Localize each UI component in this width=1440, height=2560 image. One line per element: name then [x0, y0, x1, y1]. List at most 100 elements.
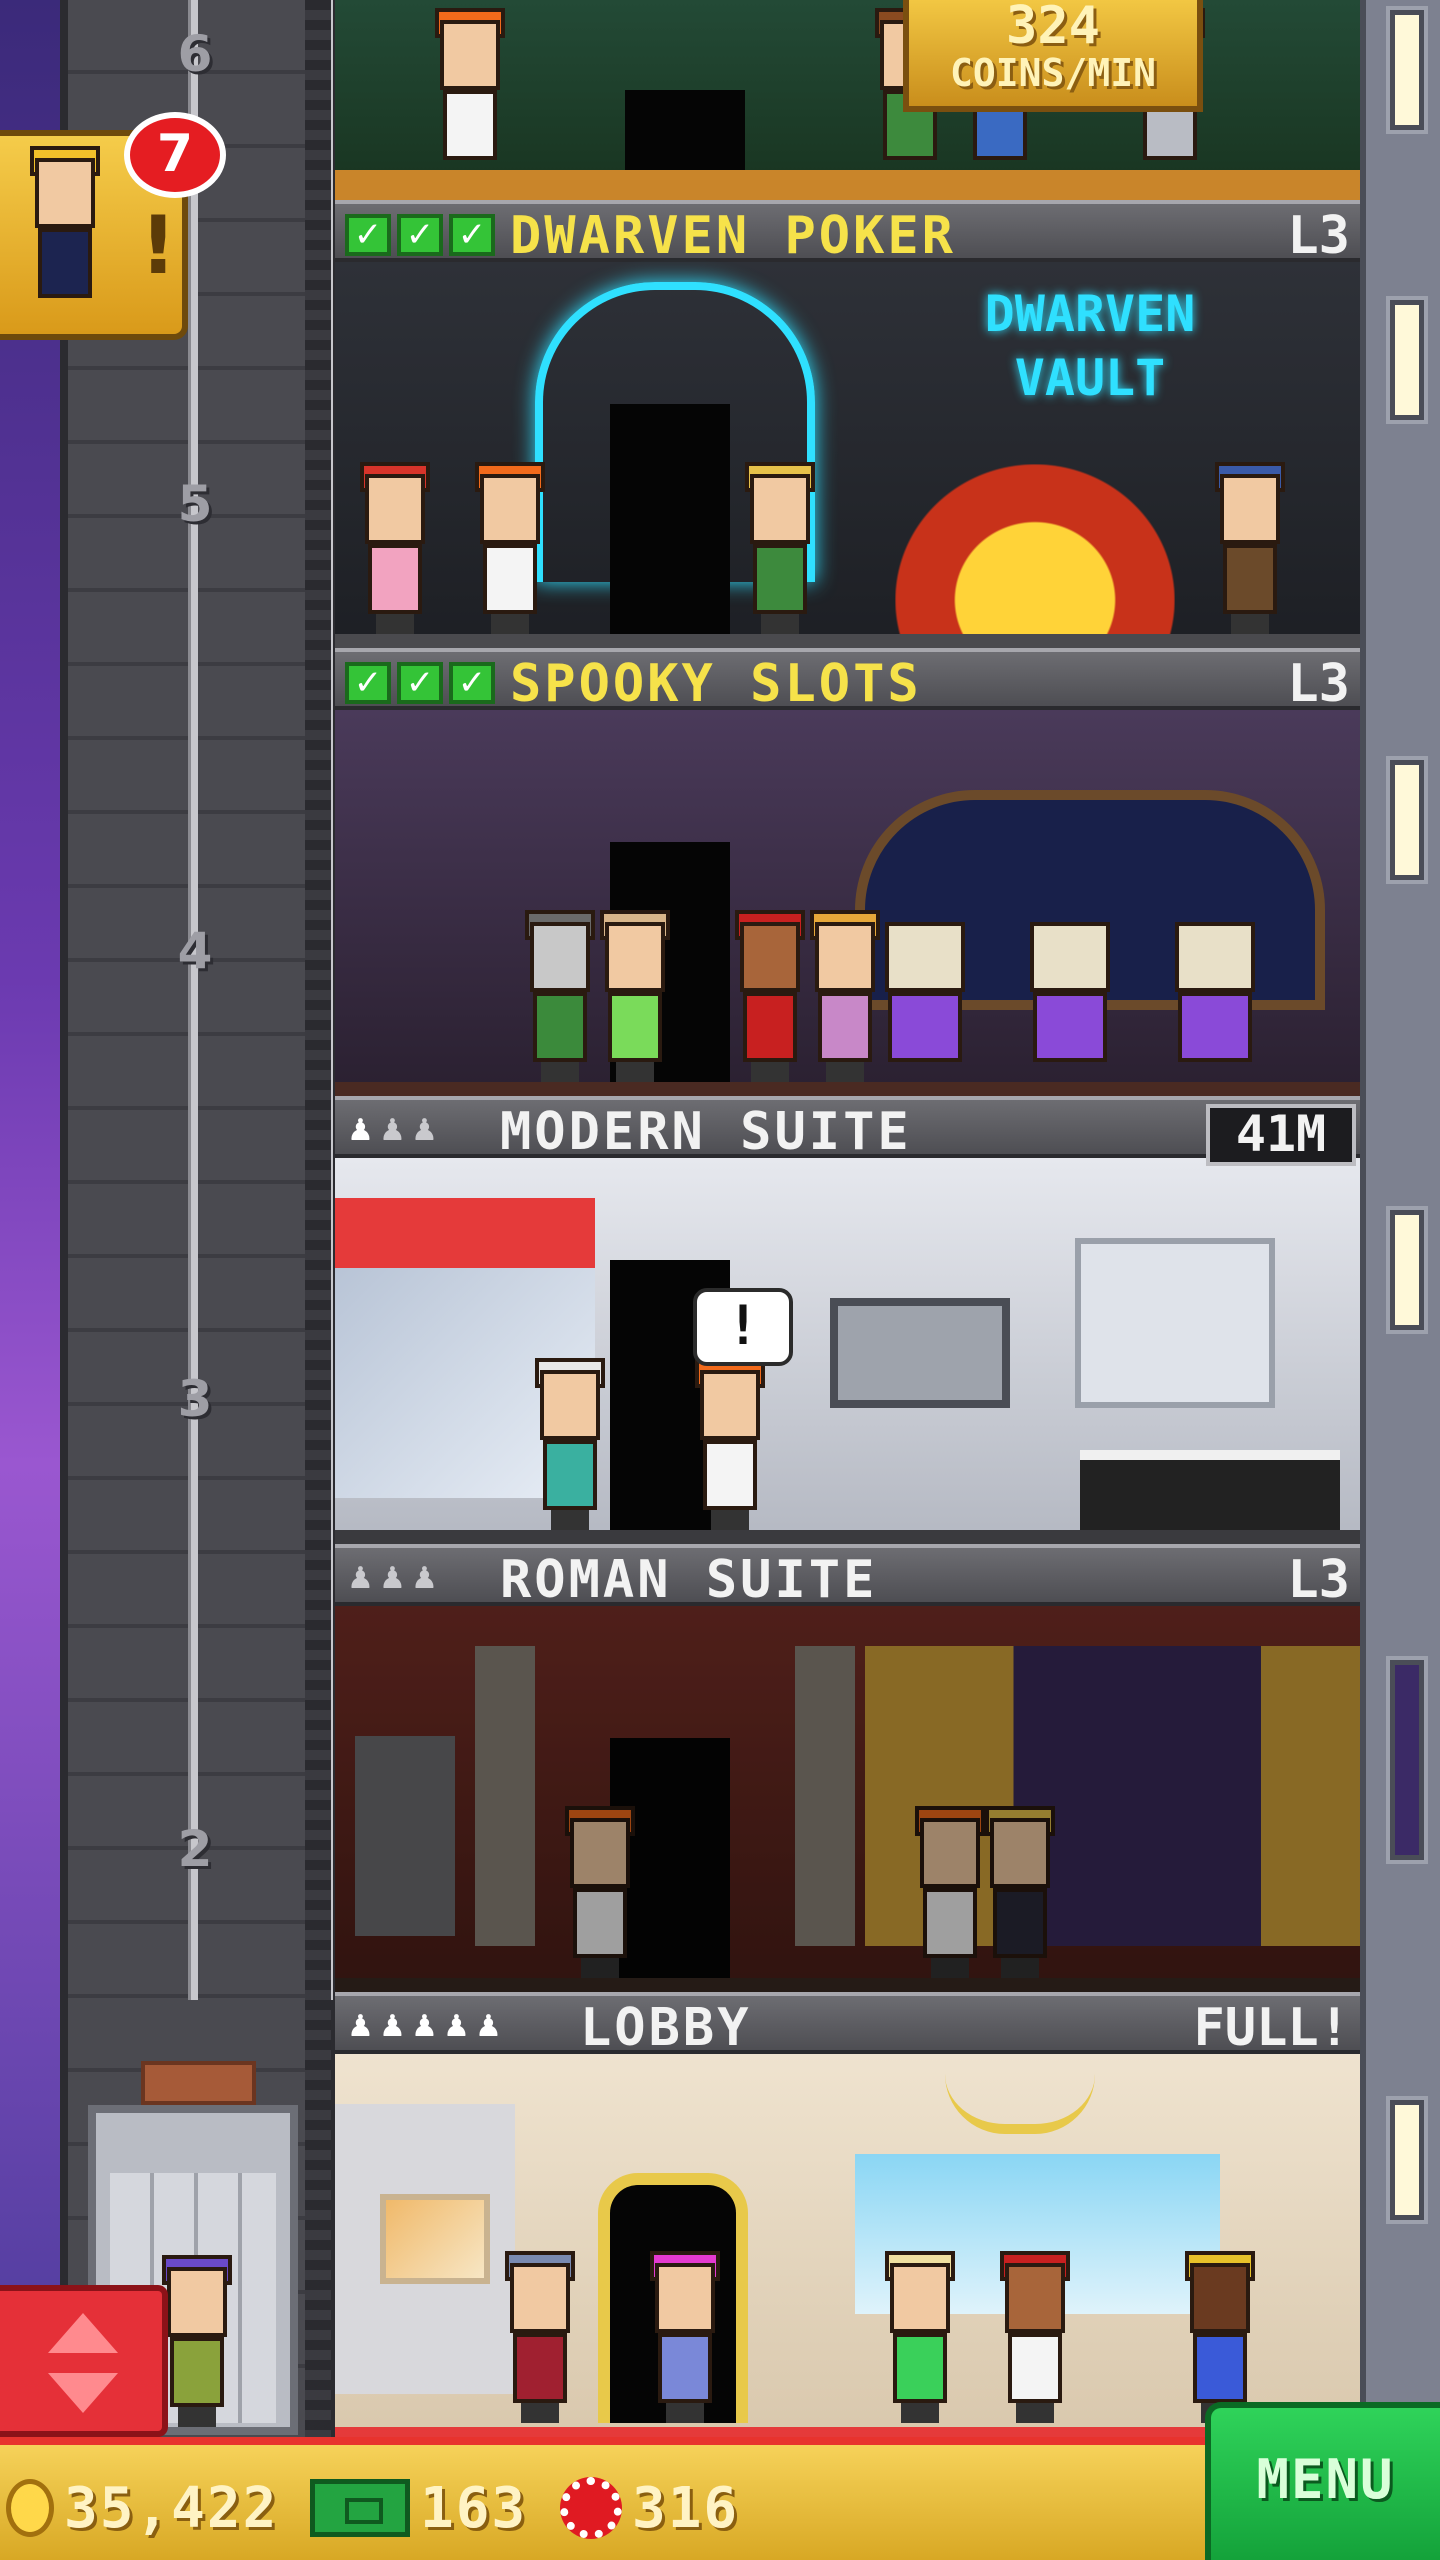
guest[interactable] — [525, 910, 595, 1082]
notification-badge[interactable]: 7 — [124, 112, 226, 198]
check-icon: ✓ — [449, 662, 495, 704]
floor-status: FULL! — [1193, 1998, 1350, 2058]
occupancy-indicator: ♟ ♟ ♟ ♟ ♟ — [347, 2009, 502, 2044]
up-arrow-icon — [48, 2313, 118, 2353]
floor-header: ✓ ✓ ✓ DWARVEN POKER L3 — [335, 200, 1360, 262]
elevator-control-button[interactable] — [0, 2285, 168, 2437]
person-icon: ♟ — [347, 2009, 374, 2044]
guest[interactable] — [745, 462, 815, 634]
person-icon: ♟ — [379, 1561, 406, 1596]
guest[interactable] — [1185, 2251, 1255, 2423]
menu-button[interactable]: MENU — [1205, 2402, 1440, 2560]
floor-name: SPOOKY SLOTS — [510, 654, 922, 714]
elevator-passenger[interactable] — [162, 2255, 232, 2427]
poker-chip-icon — [560, 2477, 622, 2539]
floor-number: 2 — [177, 1820, 213, 1878]
floor-number: 3 — [177, 1370, 213, 1428]
person-icon: ♟ — [379, 1113, 406, 1148]
person-icon: ♟ — [411, 1561, 438, 1596]
coins-value: 35,422 — [64, 2475, 279, 2541]
coins-per-minute-badge: 324 COINS/MIN — [903, 0, 1203, 112]
floor-level: L3 — [1287, 1550, 1350, 1610]
sky-backdrop — [0, 0, 60, 2440]
floor-checks: ✓ ✓ ✓ — [345, 662, 495, 704]
floor-dwarven-poker[interactable]: ✓ ✓ ✓ DWARVEN POKER L3 DWARVEN VAULT — [335, 200, 1360, 648]
guest[interactable] — [650, 2251, 720, 2423]
coins-per-minute-value: 324 — [1006, 0, 1100, 56]
dragon-treasure — [895, 464, 1175, 634]
floor-spooky-slots[interactable]: ✓ ✓ ✓ SPOOKY SLOTS L3 — [335, 648, 1360, 1096]
menu-label: MENU — [1256, 2448, 1395, 2511]
floor-header: ♟ ♟ ♟ ROMAN SUITE L3 — [335, 1544, 1360, 1606]
chips-value: 316 — [632, 2475, 740, 2541]
exclamation-icon: ! — [140, 199, 177, 292]
slot-machine — [1170, 922, 1260, 1082]
coins-per-minute-label: COINS/MIN — [950, 51, 1156, 95]
person-icon: ♟ — [379, 2009, 406, 2044]
floor-number: 4 — [177, 922, 213, 980]
floor-header: ✓ ✓ ✓ SPOOKY SLOTS L3 — [335, 648, 1360, 710]
restock-timer: 41M — [1206, 1104, 1356, 1166]
floor-name: DWARVEN POKER — [510, 206, 956, 266]
floor-level: L3 — [1287, 654, 1350, 714]
dim-overlay — [335, 1606, 1360, 1992]
coin-icon — [6, 2479, 54, 2537]
check-icon: ✓ — [397, 214, 443, 256]
vip-character — [30, 146, 110, 308]
guest[interactable] — [885, 2251, 955, 2423]
floor-name: MODERN SUITE — [500, 1102, 912, 1162]
down-arrow-icon — [48, 2373, 118, 2413]
floor-top-partial[interactable]: 324 COINS/MIN — [335, 0, 1360, 200]
guest[interactable] — [810, 910, 880, 1082]
person-icon: ♟ — [411, 2009, 438, 2044]
guest[interactable] — [360, 462, 430, 634]
occupancy-indicator: ♟ ♟ ♟ — [347, 1561, 438, 1596]
bellhop[interactable] — [735, 910, 805, 1082]
person-icon: ♟ — [411, 1113, 438, 1148]
red-wall-panel — [335, 1198, 595, 1268]
bux-stat[interactable]: 163 — [310, 2473, 527, 2543]
chips-stat[interactable]: 316 — [560, 2473, 739, 2543]
tower-bux-icon — [310, 2479, 410, 2537]
occupancy-indicator: ♟ ♟ ♟ — [347, 1113, 438, 1148]
window — [1390, 760, 1424, 880]
bux-value: 163 — [420, 2475, 528, 2541]
staff-worker[interactable] — [475, 462, 545, 634]
window — [1390, 1210, 1424, 1330]
guest[interactable] — [600, 910, 670, 1082]
guest[interactable] — [505, 2251, 575, 2423]
staff-worker[interactable] — [695, 1358, 765, 1530]
floor-name: ROMAN SUITE — [500, 1550, 878, 1610]
check-icon: ✓ — [397, 662, 443, 704]
guest[interactable] — [435, 8, 505, 170]
floor-name: LOBBY — [580, 1998, 752, 2058]
floor-lobby[interactable]: ♟ ♟ ♟ ♟ ♟ LOBBY FULL! — [335, 1992, 1360, 2437]
vault-sign: DWARVEN VAULT — [984, 285, 1196, 407]
floor-header: ♟ ♟ ♟ ♟ ♟ LOBBY FULL! — [335, 1992, 1360, 2054]
person-icon: ♟ — [443, 2009, 470, 2044]
elevator-rail — [188, 0, 198, 2000]
window — [1390, 10, 1424, 130]
check-icon: ✓ — [345, 662, 391, 704]
floor-roman-suite[interactable]: ♟ ♟ ♟ ROMAN SUITE L3 — [335, 1544, 1360, 1992]
slot-machine — [880, 922, 970, 1082]
wall-art — [830, 1298, 1010, 1408]
slot-machine — [1025, 922, 1115, 1082]
guest[interactable] — [1215, 462, 1285, 634]
floor-number: 5 — [177, 475, 213, 533]
shaft-edge — [305, 0, 331, 2440]
shelf — [1075, 1238, 1275, 1408]
floor-modern-suite[interactable]: ♟ ♟ ♟ MODERN SUITE L3 ! 41M — [335, 1096, 1360, 1544]
person-icon: ♟ — [347, 1113, 374, 1148]
guest[interactable] — [535, 1358, 605, 1530]
window — [1390, 1660, 1424, 1860]
alert-bubble[interactable]: ! — [693, 1288, 793, 1366]
elevator-roof — [141, 2061, 256, 2105]
window — [1390, 300, 1424, 420]
floor-level: L3 — [1287, 206, 1350, 266]
bellhop[interactable] — [1000, 2251, 1070, 2423]
chandelier — [945, 2064, 1095, 2134]
bed — [1080, 1450, 1340, 1530]
floor-number: 6 — [177, 25, 213, 83]
floor-door — [625, 90, 745, 170]
